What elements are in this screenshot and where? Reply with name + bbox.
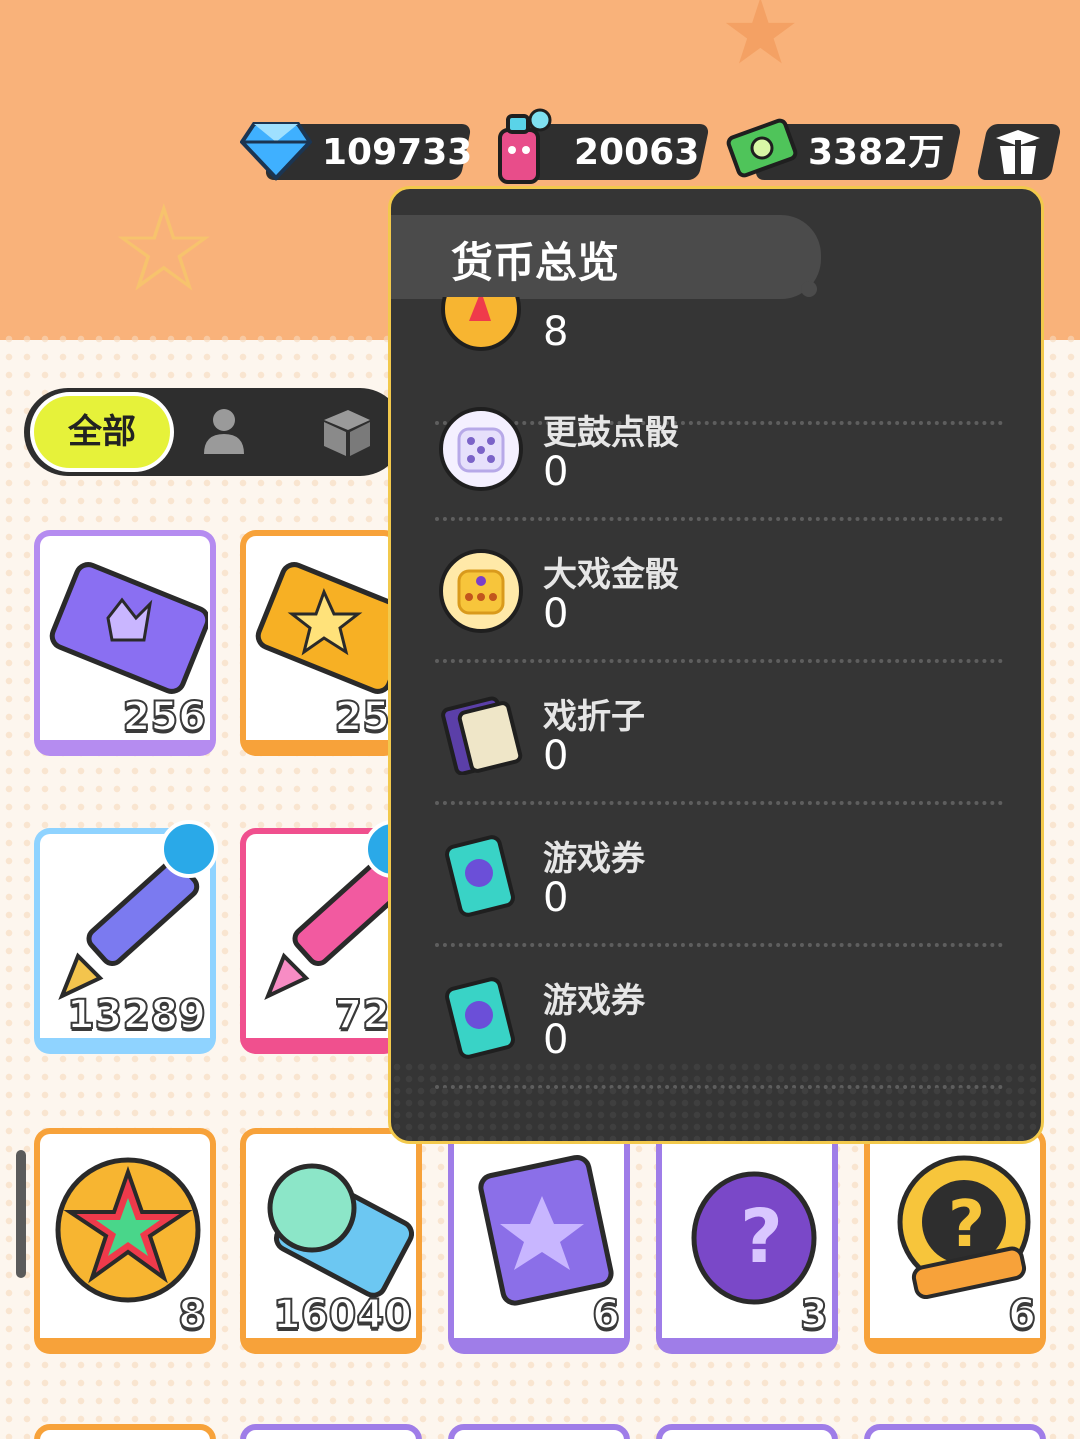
item-card[interactable]: 8: [34, 1128, 216, 1354]
item-card[interactable]: ? 6: [864, 1128, 1046, 1354]
spray-count: 20063: [574, 132, 700, 173]
item-quantity: 6: [1007, 1291, 1037, 1339]
item-quantity: 6: [591, 1291, 621, 1339]
item-card[interactable]: ? 3: [656, 1128, 838, 1354]
svg-text:?: ?: [948, 1188, 985, 1262]
currency-value: 0: [543, 733, 569, 779]
mystery-badge-icon: ?: [897, 1155, 1031, 1300]
currency-name: 游戏券: [543, 981, 645, 1021]
currency-name: 戏折子: [543, 697, 645, 737]
item-quantity: 256: [122, 693, 207, 741]
item-quantity: 25: [333, 693, 391, 741]
white-dice-icon: [439, 407, 523, 491]
tab-all[interactable]: 全部: [30, 392, 174, 472]
decor-star-icon: ☆: [110, 180, 218, 319]
booklet-icon: [441, 696, 523, 775]
box-icon[interactable]: [320, 406, 374, 458]
currency-value: 0: [543, 875, 569, 921]
diamond-count: 109733: [322, 132, 473, 173]
currency-row: 戏折子 0: [435, 663, 1003, 805]
currency-name: 更鼓点骰: [543, 413, 679, 453]
currency-value: 8: [543, 309, 569, 355]
cash-count: 3382万: [808, 132, 945, 173]
purple-ticket-icon: [49, 562, 208, 694]
popover-title: 货币总览: [451, 238, 620, 287]
item-quantity: 72: [333, 991, 391, 1039]
cash-icon: [726, 118, 798, 178]
decor-dots: [391, 1061, 1041, 1141]
item-quantity: 16040: [272, 1291, 413, 1339]
spray-can-icon: [498, 108, 552, 184]
item-quantity: 8: [177, 1291, 207, 1339]
season-ticket-icon: [267, 1163, 414, 1298]
item-card[interactable]: 25: [240, 530, 414, 756]
currency-row: 更鼓点骰 0: [435, 379, 1003, 521]
item-card[interactable]: [34, 1424, 216, 1439]
diamond-icon: [240, 122, 312, 181]
person-icon[interactable]: [200, 406, 248, 456]
currency-row: 大戏金骰 0: [435, 521, 1003, 663]
gold-dice-icon: [439, 549, 523, 633]
decor-star-icon: ★: [720, 0, 801, 85]
scrollbar[interactable]: [16, 1150, 26, 1278]
currency-name: 游戏券: [543, 839, 645, 879]
item-card[interactable]: 6: [448, 1128, 630, 1354]
star-badge-icon: [55, 1157, 201, 1303]
gift-box-icon: [996, 130, 1040, 174]
item-quantity: 3: [799, 1291, 829, 1339]
currency-value: 0: [543, 591, 569, 637]
star-badge-icon: [441, 297, 521, 351]
travel-card-icon: [478, 1154, 614, 1306]
currency-value: 0: [543, 449, 569, 495]
item-card[interactable]: [864, 1424, 1046, 1439]
svg-text:?: ?: [740, 1194, 783, 1280]
mystery-egg-icon: ?: [691, 1171, 817, 1305]
island-badge-icon: [160, 820, 218, 878]
item-card[interactable]: [448, 1424, 630, 1439]
item-card[interactable]: [240, 1424, 422, 1439]
ticket-icon: [445, 835, 515, 917]
item-quantity: 13289: [66, 991, 207, 1039]
item-card[interactable]: [656, 1424, 838, 1439]
currency-row: 游戏券 0: [435, 805, 1003, 947]
currency-overview-popover: 货币总览 8 更鼓点骰 0 大戏金骰 0 戏折子 0 游戏券 0 游戏券 0: [388, 186, 1044, 1144]
currency-value: 0: [543, 1017, 569, 1063]
item-card[interactable]: 16040: [240, 1128, 422, 1354]
ticket-icon: [445, 977, 515, 1059]
item-card[interactable]: 256: [34, 530, 216, 756]
currency-name: 大戏金骰: [543, 555, 679, 595]
